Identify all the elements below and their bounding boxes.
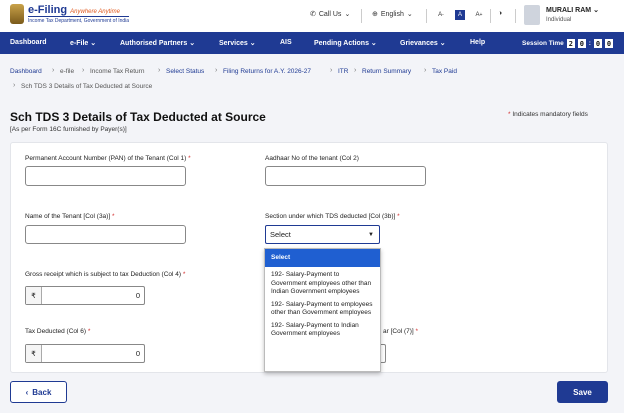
gross-receipt-input[interactable]: ₹ 0 — [25, 286, 145, 305]
breadcrumb-itr[interactable]: ITR — [338, 68, 348, 75]
mandatory-note: * Indicates mandatory fields — [508, 111, 588, 118]
chevron-down-icon: ⌄ — [344, 11, 351, 18]
user-name: MURALI RAM — [546, 7, 592, 14]
dropdown-option[interactable]: 192- Salary-Payment to employees other t… — [265, 299, 380, 320]
call-us-label: Call Us — [318, 10, 342, 18]
language-label: English — [380, 10, 404, 18]
user-role: Individual — [546, 17, 572, 23]
breadcrumb-income-tax-return: Income Tax Return — [90, 68, 145, 75]
dropdown-option[interactable]: Select — [265, 249, 380, 267]
logo-subtitle: Income Tax Department, Government of Ind… — [28, 16, 130, 24]
col7-label-partial: ar [Col (7)] * — [383, 328, 419, 335]
nav-pending-actions[interactable]: Pending Actions ⌄ — [314, 39, 377, 47]
aadhaar-label: Aadhaar No of the tenant (Col 2) — [265, 155, 359, 162]
aadhaar-input[interactable] — [265, 166, 426, 186]
nav-services[interactable]: Services ⌄ — [219, 39, 256, 47]
breadcrumb-filing-returns[interactable]: Filing Returns for A.Y. 2026-27 — [223, 68, 311, 75]
main-nav: Dashboard e-File ⌄ Authorised Partners ⌄… — [0, 32, 624, 54]
call-us-menu[interactable]: ✆ Call Us ⌄ — [310, 10, 351, 19]
font-normal-button[interactable]: A — [455, 10, 465, 20]
caret-down-icon: ▼ — [368, 232, 374, 238]
back-label: Back — [32, 387, 52, 397]
breadcrumb-select-status[interactable]: Select Status — [166, 68, 204, 75]
rupee-icon: ₹ — [26, 345, 42, 362]
col7-input-partial[interactable] — [381, 344, 386, 363]
session-timer: Session Time 2 0 : 0 0 — [522, 39, 613, 48]
tax-deducted-input[interactable]: ₹ 0 — [25, 344, 145, 363]
efiling-logo[interactable]: e-Filing Anywhere Anytime Income Tax Dep… — [10, 4, 130, 24]
tenant-name-label: Name of the Tenant [Col (3a)] * — [25, 213, 115, 220]
gross-receipt-label: Gross receipt which is subject to tax De… — [25, 271, 186, 278]
breadcrumb-efile: e-file — [60, 68, 75, 75]
save-button[interactable]: Save — [557, 381, 608, 403]
chevron-down-icon: ⌄ — [189, 40, 196, 47]
tax-deducted-label: Tax Deducted (Col 6) * — [25, 328, 91, 335]
back-button[interactable]: ‹ Back — [10, 381, 67, 403]
gross-receipt-value: 0 — [135, 291, 140, 300]
globe-icon: ⊕ — [372, 11, 378, 18]
pan-input[interactable] — [25, 166, 186, 186]
section-label: Section under which TDS deducted [Col (3… — [265, 213, 400, 220]
nav-help[interactable]: Help — [470, 39, 485, 46]
chevron-down-icon: ⌄ — [593, 7, 599, 14]
rupee-icon: ₹ — [26, 287, 42, 304]
logo-title: e-Filing — [28, 4, 68, 16]
section-select-value: Select — [270, 230, 291, 239]
pan-label: Permanent Account Number (PAN) of the Te… — [25, 155, 191, 162]
top-header: e-Filing Anywhere Anytime Income Tax Dep… — [0, 0, 624, 32]
chevron-down-icon: ⌄ — [370, 40, 377, 47]
language-menu[interactable]: ⊕ English ⌄ — [372, 10, 413, 19]
nav-efile[interactable]: e-File ⌄ — [70, 39, 96, 47]
avatar[interactable] — [524, 5, 540, 25]
phone-icon: ✆ — [310, 11, 316, 18]
nav-grievances[interactable]: Grievances ⌄ — [400, 39, 446, 47]
dropdown-option[interactable]: 192- Salary-Payment to Government employ… — [265, 267, 380, 299]
chevron-left-icon: ‹ — [25, 387, 29, 397]
page-subtitle: [As per Form 16C furnished by Payer(s)] — [10, 126, 127, 133]
nav-dashboard[interactable]: Dashboard — [10, 39, 47, 46]
font-increase-button[interactable]: A + — [474, 10, 484, 20]
section-dropdown-list: Select 192- Salary-Payment to Government… — [264, 248, 381, 372]
nav-ais[interactable]: AIS — [280, 39, 292, 46]
page-title: Sch TDS 3 Details of Tax Deducted at Sou… — [10, 110, 266, 124]
font-decrease-button[interactable]: A- — [436, 10, 446, 20]
session-label: Session Time — [522, 40, 564, 47]
tax-deducted-value: 0 — [135, 349, 140, 358]
tenant-name-input[interactable] — [25, 225, 186, 244]
breadcrumb-dashboard[interactable]: Dashboard — [10, 68, 42, 75]
breadcrumb-tax-paid[interactable]: Tax Paid — [432, 68, 457, 75]
chevron-down-icon: ⌄ — [90, 40, 97, 47]
breadcrumb-current: Sch TDS 3 Details of Tax Deducted at Sou… — [21, 83, 153, 90]
breadcrumb-return-summary[interactable]: Return Summary — [362, 68, 411, 75]
section-select[interactable]: Select ▼ — [265, 225, 380, 244]
chevron-down-icon: ⌄ — [439, 40, 446, 47]
logo-tagline: Anywhere Anytime — [70, 9, 120, 15]
user-menu[interactable]: MURALI RAM ⌄ — [546, 6, 599, 14]
national-emblem-icon — [10, 4, 24, 24]
dropdown-option[interactable]: 192- Salary-Payment to Indian Government… — [265, 320, 380, 341]
contrast-icon: ◑ — [498, 10, 503, 17]
chevron-down-icon: ⌄ — [406, 11, 413, 18]
nav-authorised-partners[interactable]: Authorised Partners ⌄ — [120, 39, 195, 47]
contrast-toggle[interactable]: ◑ — [498, 10, 502, 17]
chevron-down-icon: ⌄ — [249, 40, 256, 47]
